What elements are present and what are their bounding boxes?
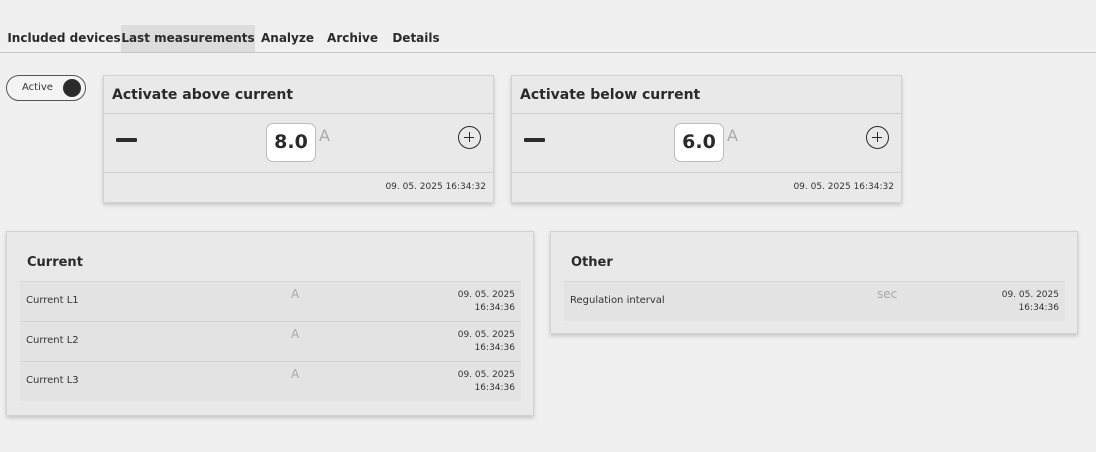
minus-icon[interactable] bbox=[524, 138, 545, 142]
current-panel: Current Current L1 A 09. 05. 2025 16:34:3… bbox=[6, 231, 534, 416]
panel-title: Current bbox=[27, 255, 83, 270]
row-unit: A bbox=[291, 367, 300, 381]
measurement-row-l3: Current L3 A 09. 05. 2025 16:34:36 bbox=[20, 361, 521, 401]
tab-last-measurements[interactable]: Last measurements bbox=[121, 25, 255, 52]
row-label: Current L1 bbox=[26, 295, 79, 306]
tab-bar: Included devices Last measurements Analy… bbox=[0, 25, 1096, 53]
measurement-row-regulation: Regulation interval sec 09. 05. 2025 16:3… bbox=[564, 281, 1065, 321]
tab-details[interactable]: Details bbox=[385, 25, 447, 52]
row-unit: A bbox=[291, 327, 300, 341]
minus-icon[interactable] bbox=[116, 138, 137, 142]
divider bbox=[104, 113, 493, 114]
divider bbox=[512, 172, 901, 173]
activate-above-card: Activate above current 8.0 A 09. 05. 202… bbox=[103, 75, 494, 203]
row-label: Regulation interval bbox=[570, 295, 665, 306]
row-timestamp: 09. 05. 2025 16:34:36 bbox=[457, 290, 515, 313]
tab-included-devices[interactable]: Included devices bbox=[7, 25, 121, 52]
above-current-input[interactable]: 8.0 bbox=[266, 123, 316, 162]
row-label: Current L3 bbox=[26, 375, 79, 386]
measurement-row-l1: Current L1 A 09. 05. 2025 16:34:36 bbox=[20, 281, 521, 321]
measurement-row-l2: Current L2 A 09. 05. 2025 16:34:36 bbox=[20, 321, 521, 361]
row-timestamp: 09. 05. 2025 16:34:36 bbox=[457, 330, 515, 353]
panel-title: Other bbox=[571, 255, 613, 270]
activate-below-card: Activate below current 6.0 A 09. 05. 202… bbox=[511, 75, 902, 203]
row-unit: sec bbox=[877, 287, 898, 301]
plus-circle-icon[interactable] bbox=[458, 126, 481, 149]
divider bbox=[512, 113, 901, 114]
plus-circle-icon[interactable] bbox=[866, 126, 889, 149]
timestamp: 09. 05. 2025 16:34:32 bbox=[793, 182, 894, 192]
timestamp: 09. 05. 2025 16:34:32 bbox=[385, 182, 486, 192]
row-timestamp: 09. 05. 2025 16:34:36 bbox=[1001, 290, 1059, 313]
toggle-knob bbox=[63, 79, 81, 97]
row-unit: A bbox=[291, 287, 300, 301]
tab-analyze[interactable]: Analyze bbox=[255, 25, 320, 52]
card-title: Activate above current bbox=[112, 87, 294, 103]
row-timestamp: 09. 05. 2025 16:34:36 bbox=[457, 370, 515, 393]
divider bbox=[104, 172, 493, 173]
tab-archive[interactable]: Archive bbox=[320, 25, 385, 52]
toggle-label: Active bbox=[22, 82, 53, 93]
unit-label: A bbox=[727, 126, 738, 145]
card-title: Activate below current bbox=[520, 87, 701, 103]
other-panel: Other Regulation interval sec 09. 05. 20… bbox=[550, 231, 1078, 334]
below-current-input[interactable]: 6.0 bbox=[674, 123, 724, 162]
row-label: Current L2 bbox=[26, 335, 79, 346]
active-toggle[interactable]: Active bbox=[6, 75, 86, 101]
unit-label: A bbox=[319, 126, 330, 145]
